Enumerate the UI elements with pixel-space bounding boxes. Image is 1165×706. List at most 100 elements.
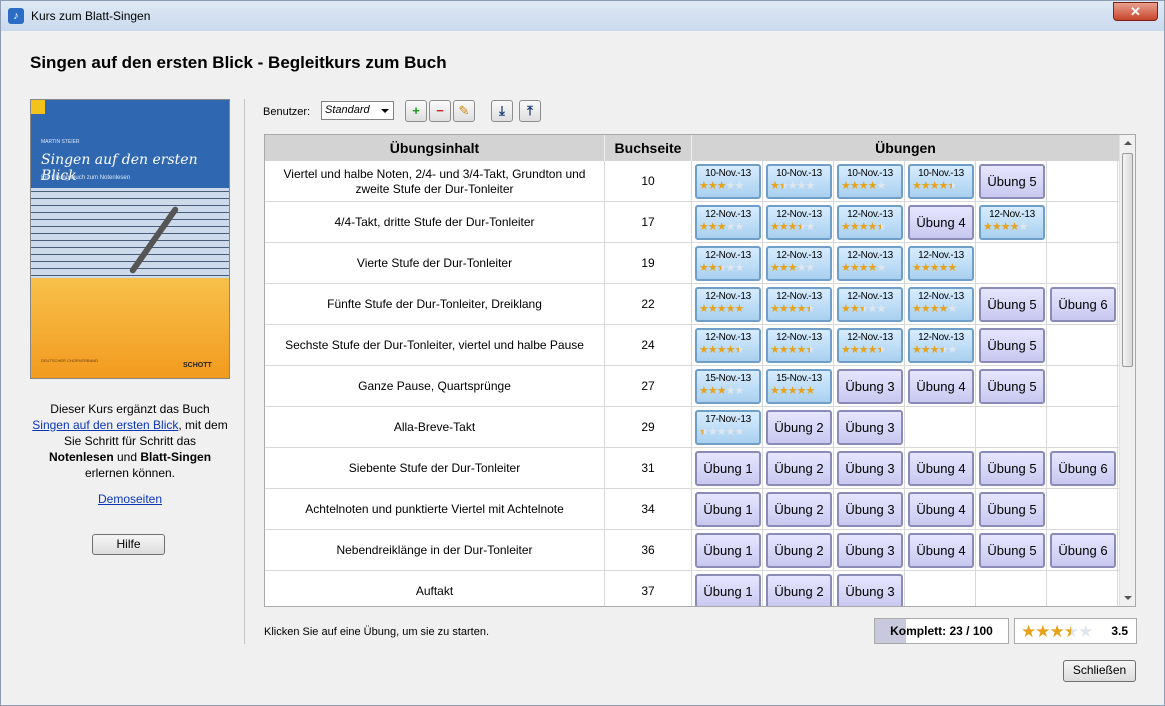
exercise-completed-button[interactable]: 15-Nov.-13 ★★★★★ — [695, 369, 761, 404]
status-hint: Klicken Sie auf eine Übung, um sie zu st… — [264, 626, 490, 638]
exercise-completed-button[interactable]: 12-Nov.-13 ★★★★★ — [837, 328, 903, 363]
exercise-content-cell: Nebendreiklänge in der Dur-Tonleiter — [265, 530, 605, 571]
exercise-completed-button[interactable]: 12-Nov.-13 ★★★★★ — [766, 205, 832, 240]
user-select[interactable]: Standard — [321, 101, 394, 120]
table-row: Siebente Stufe der Dur-Tonleiter 31 Übung … — [265, 448, 1120, 489]
star-rating-icon: ★★★★★ — [841, 303, 886, 315]
edit-user-button[interactable]: ✎ — [453, 100, 475, 122]
exercise-button[interactable]: Übung 3 — [837, 492, 903, 527]
exercise-button[interactable]: Übung 4 — [908, 369, 974, 404]
exercise-button[interactable]: Übung 3 — [837, 410, 903, 445]
exercise-button[interactable]: Übung 1 — [695, 451, 761, 486]
exercise-date: 15-Nov.-13 — [776, 373, 822, 384]
close-button[interactable]: Schließen — [1063, 660, 1136, 682]
table-row: Achtelnoten und punktierte Viertel mit A… — [265, 489, 1120, 530]
remove-user-button[interactable]: − — [429, 100, 451, 122]
exercise-completed-button[interactable]: 10-Nov.-13 ★★★★★ — [695, 164, 761, 199]
scroll-up-icon[interactable] — [1124, 141, 1132, 145]
exercise-button[interactable]: Übung 3 — [837, 451, 903, 486]
exercise-button[interactable]: Übung 6 — [1050, 451, 1116, 486]
book-page-cell: 34 — [605, 489, 692, 530]
exercise-completed-button[interactable]: 10-Nov.-13 ★★★★★ — [837, 164, 903, 199]
scrollbar-thumb[interactable] — [1122, 153, 1133, 367]
exercise-button[interactable]: Übung 1 — [695, 574, 761, 606]
exercise-button[interactable]: Übung 5 — [979, 287, 1045, 322]
star-rating-icon: ★★★★★ — [841, 221, 886, 233]
exercise-button[interactable]: Übung 2 — [766, 492, 832, 527]
exercise-completed-button[interactable]: 15-Nov.-13 ★★★★★ — [766, 369, 832, 404]
table-row: Vierte Stufe der Dur-Tonleiter 19 12-Nov.-… — [265, 243, 1120, 284]
save-icon[interactable]: ⤓ — [491, 100, 513, 122]
exercise-completed-button[interactable]: 12-Nov.-13 ★★★★★ — [695, 205, 761, 240]
exercise-completed-button[interactable]: 12-Nov.-13 ★★★★★ — [695, 287, 761, 322]
load-icon[interactable]: ⤒ — [519, 100, 541, 122]
exercise-date: 12-Nov.-13 — [918, 250, 964, 261]
exercise-date: 12-Nov.-13 — [847, 291, 893, 302]
exercise-button[interactable]: Übung 5 — [979, 533, 1045, 568]
exercise-completed-button[interactable]: 10-Nov.-13 ★★★★★ — [766, 164, 832, 199]
exercise-completed-button[interactable]: 12-Nov.-13 ★★★★★ — [766, 287, 832, 322]
exercise-button[interactable]: Übung 6 — [1050, 533, 1116, 568]
exercise-button[interactable]: Übung 2 — [766, 533, 832, 568]
exercise-completed-button[interactable]: 12-Nov.-13 ★★★★★ — [837, 205, 903, 240]
exercise-completed-button[interactable]: 12-Nov.-13 ★★★★★ — [695, 328, 761, 363]
demo-pages-link[interactable]: Demoseiten — [30, 492, 230, 506]
book-link[interactable]: Singen auf den ersten Blick — [32, 418, 178, 432]
exercise-completed-button[interactable]: 17-Nov.-13 ★★★★★ — [695, 410, 761, 445]
exercise-completed-button[interactable]: 12-Nov.-13 ★★★★★ — [979, 205, 1045, 240]
table-header: Übungsinhalt Buchseite Übungen — [265, 135, 1120, 161]
exercise-button[interactable]: Übung 5 — [979, 369, 1045, 404]
exercise-button[interactable]: Übung 3 — [837, 533, 903, 568]
description-bold-notenlesen: Notenlesen — [48, 450, 114, 464]
exercise-button[interactable]: Übung 4 — [908, 533, 974, 568]
cover-corner-mark — [31, 100, 45, 114]
table-row: 4/4-Takt, dritte Stufe der Dur-Tonleiter… — [265, 202, 1120, 243]
exercise-button[interactable]: Übung 6 — [1050, 287, 1116, 322]
book-page-cell: 17 — [605, 202, 692, 243]
exercise-button[interactable]: Übung 1 — [695, 533, 761, 568]
vertical-scrollbar[interactable] — [1119, 135, 1135, 606]
star-rating-icon: ★★★★★ — [912, 262, 957, 274]
exercise-completed-button[interactable]: 12-Nov.-13 ★★★★★ — [908, 328, 974, 363]
exercise-button[interactable]: Übung 5 — [979, 451, 1045, 486]
overall-rating-value: 3.5 — [1111, 624, 1128, 638]
exercise-button[interactable]: Übung 2 — [766, 451, 832, 486]
exercise-completed-button[interactable]: 12-Nov.-13 ★★★★★ — [766, 328, 832, 363]
exercise-slot — [976, 243, 1047, 284]
book-page-cell: 29 — [605, 407, 692, 448]
exercise-completed-button[interactable]: 12-Nov.-13 ★★★★★ — [837, 287, 903, 322]
star-rating-icon: ★★★★★ — [770, 180, 815, 192]
help-button[interactable]: Hilfe — [92, 534, 165, 555]
exercise-slot — [1047, 243, 1118, 284]
star-rating-icon: ★★★★★ — [770, 303, 815, 315]
star-rating-icon: ★★★★★ — [770, 385, 815, 397]
exercise-button[interactable]: Übung 3 — [837, 574, 903, 606]
cover-sheet-music — [31, 188, 229, 278]
exercise-button[interactable]: Übung 5 — [979, 164, 1045, 199]
add-user-button[interactable]: + — [405, 100, 427, 122]
exercise-completed-button[interactable]: 12-Nov.-13 ★★★★★ — [695, 246, 761, 281]
exercise-date: 12-Nov.-13 — [705, 209, 751, 220]
exercise-button[interactable]: Übung 5 — [979, 328, 1045, 363]
exercise-date: 12-Nov.-13 — [989, 209, 1035, 220]
exercise-date: 12-Nov.-13 — [705, 332, 751, 343]
exercise-button[interactable]: Übung 1 — [695, 492, 761, 527]
exercise-completed-button[interactable]: 12-Nov.-13 ★★★★★ — [908, 287, 974, 322]
exercise-button[interactable]: Übung 4 — [908, 205, 974, 240]
exercise-button[interactable]: Übung 3 — [837, 369, 903, 404]
exercise-button[interactable]: Übung 5 — [979, 492, 1045, 527]
exercise-button[interactable]: Übung 2 — [766, 574, 832, 606]
exercise-completed-button[interactable]: 12-Nov.-13 ★★★★★ — [837, 246, 903, 281]
exercise-button[interactable]: Übung 4 — [908, 492, 974, 527]
exercise-slot — [1047, 366, 1118, 407]
window-close-button[interactable]: ✕ — [1113, 2, 1158, 21]
scroll-down-icon[interactable] — [1124, 596, 1132, 600]
exercise-completed-button[interactable]: 12-Nov.-13 ★★★★★ — [766, 246, 832, 281]
exercise-completed-button[interactable]: 12-Nov.-13 ★★★★★ — [908, 246, 974, 281]
table-row: Nebendreiklänge in der Dur-Tonleiter 36 Üb… — [265, 530, 1120, 571]
book-page-cell: 36 — [605, 530, 692, 571]
star-rating-icon: ★★★★★ — [699, 221, 744, 233]
exercise-button[interactable]: Übung 2 — [766, 410, 832, 445]
exercise-button[interactable]: Übung 4 — [908, 451, 974, 486]
exercise-completed-button[interactable]: 10-Nov.-13 ★★★★★ — [908, 164, 974, 199]
